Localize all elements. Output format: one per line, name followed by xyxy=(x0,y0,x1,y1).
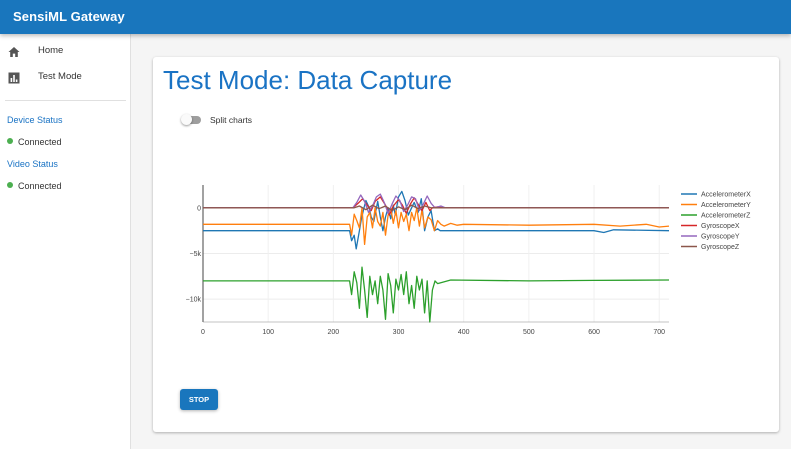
video-status-heading: Video Status xyxy=(7,159,58,169)
split-charts-toggle[interactable] xyxy=(181,114,201,125)
y-tick-label: 0 xyxy=(197,205,201,212)
x-tick-label: 0 xyxy=(201,329,205,336)
page-title: Test Mode: Data Capture xyxy=(163,65,453,95)
home-icon xyxy=(8,47,20,57)
x-tick-label: 400 xyxy=(458,329,470,336)
x-tick-label: 300 xyxy=(393,329,405,336)
x-tick-label: 600 xyxy=(588,329,600,336)
legend-item: AccelerometerZ xyxy=(701,213,751,220)
sidebar-item-label: Test Mode xyxy=(38,71,82,82)
series-line-accelerometerx xyxy=(203,190,670,250)
legend-item: GyroscopeZ xyxy=(701,244,740,251)
sidebar: Home Test Mode Device Status Connected V… xyxy=(0,34,131,449)
device-status: Connected xyxy=(7,137,62,147)
app-title: SensiML Gateway xyxy=(13,9,125,24)
sidebar-item-home[interactable]: Home xyxy=(0,39,130,65)
x-tick-label: 100 xyxy=(262,329,274,336)
chart-icon xyxy=(8,72,20,84)
chart-legend: AccelerometerX AccelerometerY Acceleromete… xyxy=(681,192,751,251)
x-tick-label: 700 xyxy=(653,329,665,336)
y-tick-label: −5k xyxy=(190,251,202,258)
series-line-accelerometerz xyxy=(203,266,670,323)
main-card: Test Mode: Data Capture Split charts 0 10… xyxy=(153,57,779,432)
status-dot-icon xyxy=(7,182,13,188)
device-status-value: Connected xyxy=(18,137,62,147)
legend-item: AccelerometerX xyxy=(701,192,751,199)
sidebar-item-test-mode[interactable]: Test Mode xyxy=(0,65,130,91)
series-line-accelerometery xyxy=(203,207,670,246)
device-status-heading: Device Status xyxy=(7,115,63,125)
sensor-line-chart: 0 100 200 300 400 500 600 700 0 −5k −10k Accelerom… xyxy=(186,185,751,336)
video-status: Connected xyxy=(7,181,62,191)
chart-series xyxy=(203,190,670,323)
series-line-gyroscopex xyxy=(203,196,669,216)
legend-item: GyroscopeX xyxy=(701,223,740,230)
sidebar-item-label: Home xyxy=(38,45,64,56)
split-charts-label: Split charts xyxy=(210,115,253,125)
series-line-gyroscopey xyxy=(203,193,669,214)
sidebar-divider xyxy=(5,100,126,101)
status-dot-icon xyxy=(7,138,13,144)
legend-item: AccelerometerY xyxy=(701,202,751,209)
y-tick-label: −10k xyxy=(186,297,202,304)
series-line-gyroscopez xyxy=(203,204,669,212)
toggle-thumb xyxy=(181,114,192,125)
chart-grid xyxy=(202,185,669,322)
app-bar: SensiML Gateway xyxy=(0,0,791,34)
x-tick-label: 200 xyxy=(328,329,340,336)
legend-item: GyroscopeY xyxy=(701,234,740,241)
video-status-value: Connected xyxy=(18,181,62,191)
x-tick-label: 500 xyxy=(523,329,535,336)
stop-button[interactable]: STOP xyxy=(180,389,218,410)
